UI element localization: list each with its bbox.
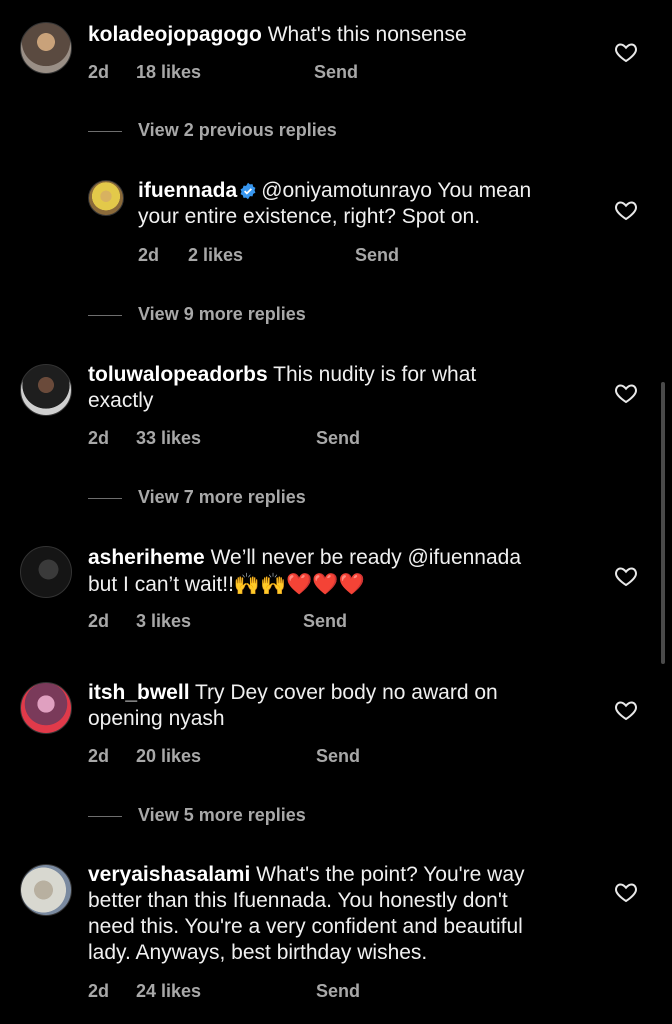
verified-badge-icon <box>240 182 256 200</box>
comment-text: koladeojopagogo What's this nonsense <box>88 22 467 48</box>
comment-body: What's the point? You're way <box>256 863 525 886</box>
comment-body: This nudity is for what <box>273 363 477 386</box>
comment-emojis: 🙌🙌❤️❤️❤️ <box>233 572 365 596</box>
send-button[interactable]: Send <box>355 245 399 266</box>
comment-time: 2d <box>88 611 110 631</box>
comment-text: toluwalopeadorbs This nudity is for what… <box>88 362 476 414</box>
heart-icon[interactable] <box>614 698 638 722</box>
send-button[interactable]: Send <box>314 62 358 83</box>
comment-body: We’ll never be ready @ifuennada <box>210 546 522 569</box>
view-replies-label[interactable]: View 7 more replies <box>138 487 306 508</box>
comment-username[interactable]: veryaishasalami <box>88 863 250 886</box>
comment-text: asheriheme We’ll never be ready @ifuenna… <box>88 545 521 598</box>
comment-body: Try Dey cover body no award on <box>195 681 498 704</box>
replies-divider <box>88 816 122 817</box>
view-replies-label[interactable]: View 9 more replies <box>138 304 306 325</box>
likes-count[interactable]: 2 likes <box>188 245 243 266</box>
comment-time: 2d <box>138 245 160 265</box>
replies-divider <box>88 498 122 499</box>
comment-time: 2d <box>88 981 110 1001</box>
scrollbar[interactable] <box>661 382 665 664</box>
comment-username[interactable]: itsh_bwell <box>88 681 190 704</box>
comment-body: @oniyamotunrayo You mean <box>261 179 532 202</box>
comment-time: 2d <box>88 428 110 448</box>
comment-text: itsh_bwell Try Dey cover body no award o… <box>88 680 498 732</box>
heart-icon[interactable] <box>614 381 638 405</box>
comment-username[interactable]: toluwalopeadorbs <box>88 363 268 386</box>
comment-body-line: lady. Anyways, best birthday wishes. <box>88 941 428 964</box>
likes-count[interactable]: 18 likes <box>136 62 201 83</box>
avatar[interactable] <box>20 546 72 598</box>
send-button[interactable]: Send <box>316 981 360 1002</box>
avatar[interactable] <box>20 364 72 416</box>
comment-body: What's this nonsense <box>267 23 467 46</box>
comment-username[interactable]: ifuennada <box>138 179 237 202</box>
heart-icon[interactable] <box>614 40 638 64</box>
comment-body-line: opening nyash <box>88 707 225 730</box>
heart-icon[interactable] <box>614 880 638 904</box>
avatar[interactable] <box>20 22 72 74</box>
comment-body-line: better than this Ifuennada. You honestly… <box>88 889 508 912</box>
comment-username[interactable]: asheriheme <box>88 546 205 569</box>
heart-icon[interactable] <box>614 198 638 222</box>
likes-count[interactable]: 24 likes <box>136 981 201 1002</box>
send-button[interactable]: Send <box>316 428 360 449</box>
likes-count[interactable]: 20 likes <box>136 746 201 767</box>
replies-divider <box>88 315 122 316</box>
view-replies-label[interactable]: View 2 previous replies <box>138 120 337 141</box>
comment-body-line: exactly <box>88 389 154 412</box>
comment-body-line: need this. You're a very confident and b… <box>88 915 523 938</box>
send-button[interactable]: Send <box>303 611 347 632</box>
comment-text: ifuennada @oniyamotunrayo You mean your e… <box>138 178 531 230</box>
avatar[interactable] <box>20 864 72 916</box>
avatar[interactable] <box>20 682 72 734</box>
comment-time: 2d <box>88 746 110 766</box>
comment-time: 2d <box>88 62 110 82</box>
comment-username[interactable]: koladeojopagogo <box>88 23 262 46</box>
heart-icon[interactable] <box>614 564 638 588</box>
view-replies-label[interactable]: View 5 more replies <box>138 805 306 826</box>
likes-count[interactable]: 33 likes <box>136 428 201 449</box>
send-button[interactable]: Send <box>316 746 360 767</box>
comment-body-line: but I can’t wait!! <box>88 573 234 596</box>
avatar[interactable] <box>88 180 124 216</box>
likes-count[interactable]: 3 likes <box>136 611 191 632</box>
comment-body-line: your entire existence, right? Spot on. <box>138 205 481 228</box>
replies-divider <box>88 131 122 132</box>
comment-text: veryaishasalami What's the point? You're… <box>88 862 525 966</box>
